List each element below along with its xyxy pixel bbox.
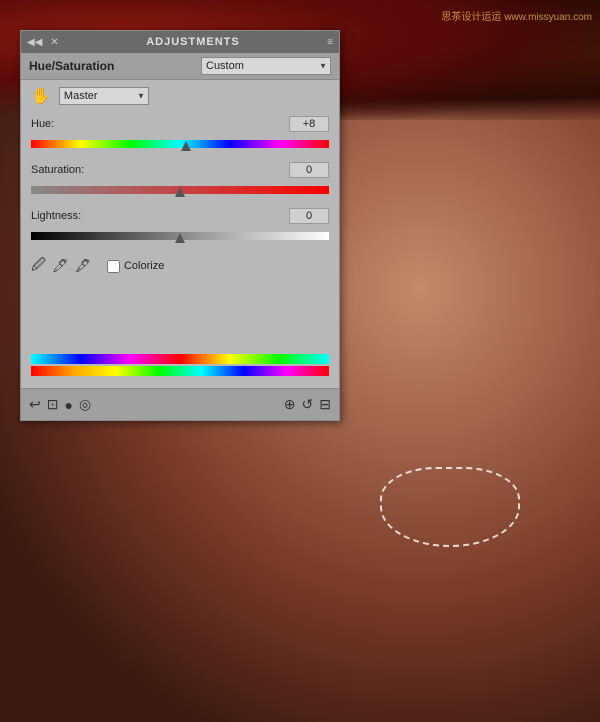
panel-collapse-btn[interactable]: ◀◀: [27, 37, 42, 48]
hue-slider-row: Hue:: [31, 116, 329, 154]
adjustments-panel: ◀◀ ✕ ADJUSTMENTS ≡ Hue/Saturation Custom…: [20, 30, 340, 421]
hand-tool-icon[interactable]: ✋: [31, 86, 51, 106]
preset-select-wrapper: Custom Default Cyanotype Increase Satura…: [201, 57, 331, 75]
eyedropper-icon[interactable]: 🖉: [31, 254, 46, 278]
delete-icon[interactable]: ⊟: [319, 396, 331, 413]
hue-label: Hue:: [31, 118, 54, 130]
channel-select-wrapper: Master Reds Yellows Greens Cyans Blues M…: [59, 87, 149, 105]
hs-header: Hue/Saturation Custom Default Cyanotype …: [21, 53, 339, 80]
hue-track: [31, 140, 329, 148]
add-icon[interactable]: ⊕: [284, 396, 296, 413]
panel-close-btn[interactable]: ✕: [50, 37, 58, 48]
panel-title: ADJUSTMENTS: [146, 36, 240, 48]
eyedropper-subtract-icon[interactable]: 🖋: [74, 258, 91, 274]
lightness-label-row: Lightness:: [31, 208, 329, 224]
lightness-thumb[interactable]: [175, 229, 185, 243]
panel-title-controls: ◀◀ ✕: [27, 37, 59, 48]
eyedropper-add-icon[interactable]: 🖊: [52, 258, 69, 274]
hue-label-row: Hue:: [31, 116, 329, 132]
hue-value-input[interactable]: [289, 116, 329, 132]
panel-titlebar: ◀◀ ✕ ADJUSTMENTS ≡: [21, 31, 339, 53]
panel-body: ✋ Master Reds Yellows Greens Cyans Blues…: [21, 80, 339, 388]
channel-select[interactable]: Master Reds Yellows Greens Cyans Blues M…: [59, 87, 149, 105]
lip-selection-outline: [380, 467, 520, 547]
panel-toolbar: ↩ ⊡ ● ◎ ⊕ ↺ ⊟: [21, 388, 339, 420]
saturation-label-row: Saturation:: [31, 162, 329, 178]
colorize-wrapper: Colorize: [107, 260, 164, 273]
lightness-label: Lightness:: [31, 210, 81, 222]
saturation-track: [31, 186, 329, 194]
view-icon[interactable]: ◎: [79, 396, 91, 413]
new-adjustment-icon[interactable]: ⊡: [47, 396, 59, 413]
hue-thumb[interactable]: [181, 137, 191, 151]
hue-track-container[interactable]: [31, 134, 329, 154]
colorize-checkbox[interactable]: [107, 260, 120, 273]
saturation-label: Saturation:: [31, 164, 84, 176]
tools-row: 🖉 🖊 🖋 Colorize: [31, 254, 329, 278]
reset-icon[interactable]: ↩: [29, 396, 41, 413]
lightness-slider-row: Lightness:: [31, 208, 329, 246]
toolbar-left: ↩ ⊡ ● ◎: [29, 396, 91, 413]
spectrum-bottom-bar: [31, 366, 329, 376]
hs-label: Hue/Saturation: [29, 59, 114, 73]
lightness-track-container[interactable]: [31, 226, 329, 246]
spectrum-top-bar: [31, 354, 329, 364]
saturation-value-input[interactable]: [289, 162, 329, 178]
spectrum-container: [31, 354, 329, 376]
empty-area: [31, 286, 329, 346]
toggle-visibility-icon[interactable]: ●: [64, 397, 72, 413]
colorize-label[interactable]: Colorize: [124, 260, 164, 272]
panel-menu-btn[interactable]: ≡: [327, 37, 333, 48]
refresh-icon[interactable]: ↺: [302, 396, 314, 413]
watermark: 思茶设计运运 www.missyuan.com: [441, 8, 592, 23]
lightness-track: [31, 232, 329, 240]
saturation-thumb[interactable]: [175, 183, 185, 197]
lightness-value-input[interactable]: [289, 208, 329, 224]
preset-select[interactable]: Custom Default Cyanotype Increase Satura…: [201, 57, 331, 75]
saturation-slider-row: Saturation:: [31, 162, 329, 200]
channel-row: ✋ Master Reds Yellows Greens Cyans Blues…: [31, 86, 329, 106]
saturation-track-container[interactable]: [31, 180, 329, 200]
toolbar-right: ⊕ ↺ ⊟: [284, 396, 331, 413]
